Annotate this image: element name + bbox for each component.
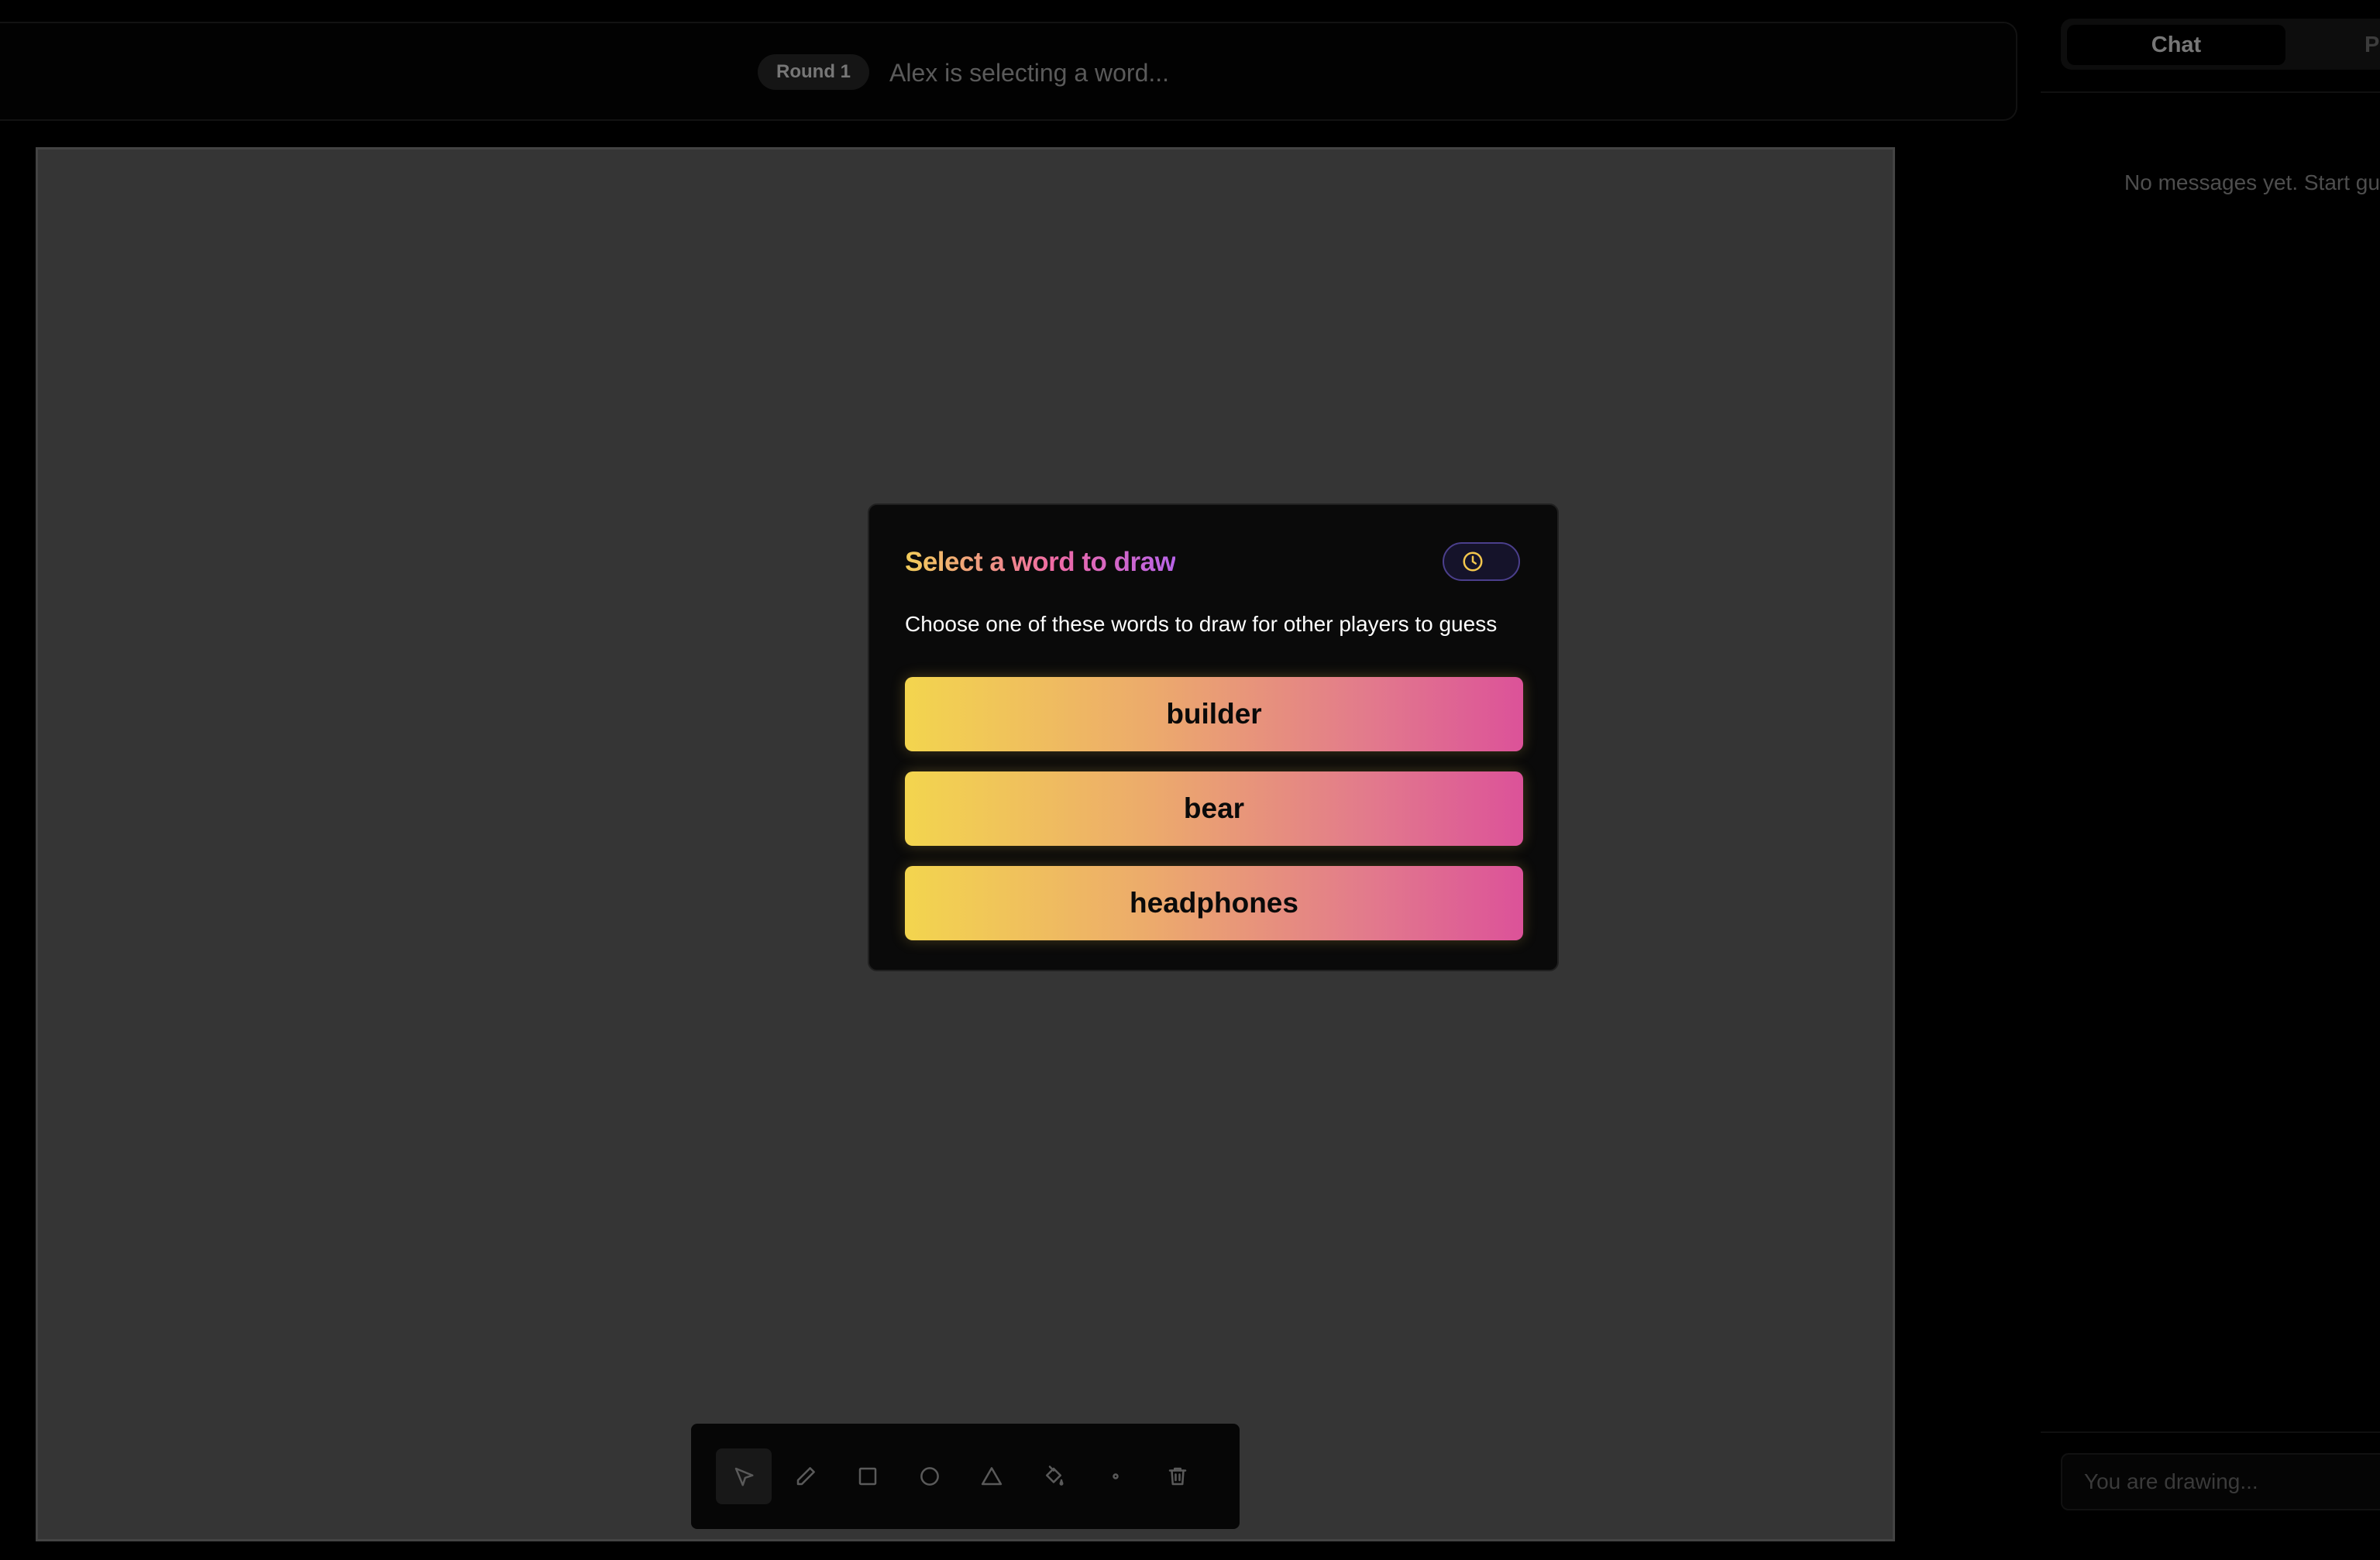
word-option-button[interactable]: bear [905,771,1523,846]
dialog-description: Choose one of these words to draw for ot… [905,612,1498,636]
tab-players[interactable]: P [2365,25,2379,65]
sidebar-divider [2041,91,2380,93]
paint-bucket-icon [1046,1466,1064,1486]
timer-badge [1443,542,1520,581]
pencil-tool-button[interactable] [778,1448,834,1504]
rectangle-icon [858,1467,877,1486]
word-option-button[interactable]: builder [905,677,1523,751]
clock-icon [1463,551,1483,572]
trash-icon [1168,1467,1187,1486]
brush-size-button[interactable] [1088,1448,1144,1504]
circle-icon [920,1467,939,1486]
word-option-button[interactable]: headphones [905,866,1523,940]
brush-size-dot-icon [1113,1473,1119,1479]
drawing-toolbar [691,1424,1240,1529]
selection-status-text: Alex is selecting a word... [889,59,1170,87]
rectangle-tool-button[interactable] [840,1448,896,1504]
chat-input[interactable] [2061,1453,2380,1510]
chat-input-divider [2041,1431,2380,1433]
dialog-title: Select a word to draw [905,544,1176,581]
round-badge: Round 1 [758,54,869,90]
fill-tool-button[interactable] [1026,1448,1082,1504]
chat-empty-message: No messages yet. Start gu [2124,170,2380,194]
circle-tool-button[interactable] [902,1448,958,1504]
pencil-icon [796,1467,815,1486]
triangle-icon [981,1467,1003,1486]
sidebar-tabs: Chat P [2061,19,2380,70]
clear-canvas-button[interactable] [1150,1448,1205,1504]
select-cursor-icon [734,1467,754,1486]
tab-chat[interactable]: Chat [2067,25,2285,65]
triangle-tool-button[interactable] [964,1448,1020,1504]
select-tool-button[interactable] [716,1448,772,1504]
word-selection-dialog: Select a word to draw Choose one of thes… [868,503,1559,971]
